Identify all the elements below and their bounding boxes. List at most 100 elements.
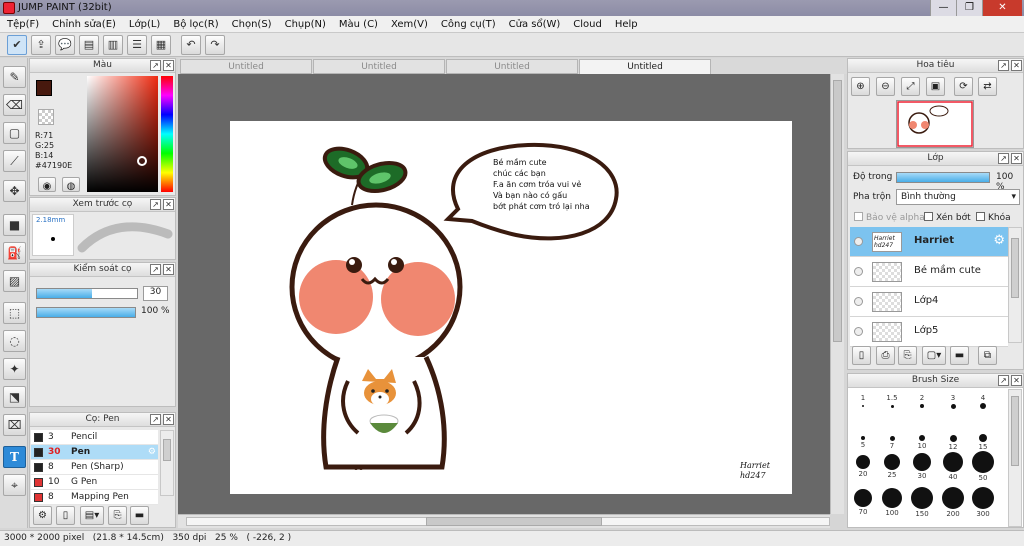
magic-wand-tool-icon[interactable]: ✦ (3, 358, 26, 380)
lasso-tool-icon[interactable]: ◌ (3, 330, 26, 352)
horizontal-scrollbar[interactable] (178, 514, 830, 528)
brush-size-preset[interactable] (913, 453, 931, 471)
brush-size-preset[interactable] (980, 403, 986, 409)
navigator-thumbnail[interactable] (896, 100, 974, 148)
color-picker-cursor[interactable] (137, 156, 147, 166)
brush-list-item[interactable]: 30 Pen ⚙ (31, 445, 158, 460)
tab-untitled-3[interactable]: Untitled (446, 59, 578, 74)
brush-size-preset[interactable] (920, 404, 924, 408)
message-icon[interactable]: ▤ (79, 35, 99, 55)
select-eraser-tool-icon[interactable]: ⌧ (3, 414, 26, 436)
brush-size-preset[interactable] (862, 405, 864, 407)
layer-row[interactable]: Lớp4 (850, 287, 1008, 317)
layer-opacity-slider[interactable] (896, 172, 990, 183)
panel-float-icon[interactable]: ↗ (150, 414, 161, 425)
undo-icon[interactable]: ↶ (181, 35, 201, 55)
duplicate-layer-icon[interactable]: ⎘ (898, 346, 917, 365)
protect-alpha-checkbox[interactable]: Bảo vệ alpha (854, 212, 925, 223)
layer-visibility-icon[interactable] (854, 267, 863, 276)
color-palette-icon[interactable]: ◉ (38, 177, 56, 192)
brush-size-preset[interactable] (890, 404, 894, 408)
panel-float-icon[interactable]: ↗ (150, 199, 161, 210)
move-tool-icon[interactable]: ✥ (3, 180, 26, 202)
brush-size-preset[interactable] (889, 435, 895, 441)
hue-slider[interactable] (161, 76, 173, 192)
layer-add-menu-icon[interactable]: ▢▾ (922, 346, 946, 365)
brush-size-preset[interactable] (972, 487, 994, 509)
brush-dropdown-icon[interactable]: ▤▾ (80, 506, 104, 525)
menu-cloud[interactable]: Cloud (568, 19, 610, 30)
layer-row[interactable]: Lớp5 (850, 317, 1008, 347)
drawing-canvas[interactable]: Bé mầm cute chúc các bạn F.a ăn cơm tróa… (230, 121, 792, 494)
brush-size-scrollbar[interactable] (1008, 389, 1022, 527)
menu-select[interactable]: Chọn(S) (227, 19, 280, 30)
new-layer-folder-icon[interactable]: ⎙ (876, 346, 895, 365)
panel-close-icon[interactable]: ✕ (163, 60, 174, 71)
lock-checkbox[interactable]: Khóa (976, 212, 1011, 223)
vertical-scroll-thumb[interactable] (833, 80, 842, 342)
minimize-button[interactable]: — (930, 0, 956, 16)
primary-color-swatch[interactable] (36, 80, 52, 96)
brush-settings-gear-icon[interactable]: ⚙ (148, 445, 156, 459)
menu-capture[interactable]: Chụp(N) (280, 19, 334, 30)
clip-checkbox[interactable]: Xén bớt (924, 212, 971, 223)
brush-copy-icon[interactable]: ⎘ (108, 506, 127, 525)
brush-size-preset[interactable] (854, 489, 872, 507)
grid-icon[interactable]: ▦ (151, 35, 171, 55)
layer-visibility-icon[interactable] (854, 327, 863, 336)
operation-tool-icon[interactable]: ⌖ (3, 474, 26, 496)
eraser-tool-icon[interactable]: ⌫ (3, 94, 26, 116)
brush-list-item[interactable]: 8 Pen (Sharp) (31, 460, 158, 475)
brush-size-slider[interactable] (36, 288, 138, 299)
share-icon[interactable]: ⇪ (31, 35, 51, 55)
brush-size-preset[interactable] (861, 436, 865, 440)
menu-window[interactable]: Cửa sổ(W) (504, 19, 569, 30)
layer-folder-icon[interactable]: ▬ (950, 346, 969, 365)
flip-icon[interactable]: ⇄ (978, 77, 997, 96)
blend-mode-select[interactable]: Bình thường ▾ (896, 189, 1020, 205)
redo-icon[interactable]: ↷ (205, 35, 225, 55)
transparent-swatch[interactable] (38, 109, 54, 125)
menu-view[interactable]: Xem(V) (386, 19, 436, 30)
zoom-in-icon[interactable]: ⊕ (851, 77, 870, 96)
panel-close-icon[interactable]: ✕ (1011, 60, 1022, 71)
brush-size-preset[interactable] (919, 435, 925, 441)
layer-list-scrollbar[interactable] (1008, 227, 1022, 343)
panel-close-icon[interactable]: ✕ (163, 414, 174, 425)
brush-list-scrollbar[interactable] (160, 430, 174, 496)
brush-settings-icon[interactable]: ⚙ (33, 506, 52, 525)
brush-size-preset[interactable] (942, 487, 964, 509)
panel-close-icon[interactable]: ✕ (163, 264, 174, 275)
layer-row[interactable]: Bé mầm cute (850, 257, 1008, 287)
menu-layer[interactable]: Lớp(L) (124, 19, 168, 30)
color-sv-picker[interactable] (87, 76, 158, 192)
menu-color[interactable]: Màu (C) (334, 19, 386, 30)
panel-close-icon[interactable]: ✕ (1011, 375, 1022, 386)
check-icon[interactable]: ✔ (7, 35, 27, 55)
tab-untitled-2[interactable]: Untitled (313, 59, 445, 74)
layer-visibility-icon[interactable] (854, 297, 863, 306)
zoom-out-icon[interactable]: ⊖ (876, 77, 895, 96)
brush-folder-icon[interactable]: ▬ (130, 506, 149, 525)
menu-edit[interactable]: Chỉnh sửa(E) (47, 19, 124, 30)
panel-float-icon[interactable]: ↗ (998, 375, 1009, 386)
text-tool-icon[interactable]: T (3, 446, 26, 468)
new-brush-icon[interactable]: ▯ (56, 506, 75, 525)
brush-size-preset[interactable] (911, 487, 933, 509)
layer-settings-gear-icon[interactable]: ⚙ (993, 233, 1005, 248)
maximize-button[interactable]: ❐ (956, 0, 982, 16)
menu-help[interactable]: Help (610, 19, 646, 30)
brush-size-preset[interactable] (856, 455, 870, 469)
menu-tools[interactable]: Công cụ(T) (436, 19, 504, 30)
brush-size-preset[interactable] (950, 403, 956, 409)
brush-size-preset[interactable] (949, 434, 957, 442)
bucket-tool-icon[interactable]: ⛽ (3, 242, 26, 264)
new-layer-icon[interactable]: ▯ (852, 346, 871, 365)
color-dropper-icon[interactable]: ◍ (62, 177, 80, 192)
line-tool-icon[interactable]: ⟋ (3, 150, 26, 172)
fill-rect-tool-icon[interactable]: ■ (3, 214, 26, 236)
select-pen-tool-icon[interactable]: ⬔ (3, 386, 26, 408)
tab-untitled-4[interactable]: Untitled (579, 59, 711, 74)
brush-size-preset[interactable] (979, 434, 987, 442)
menu-file[interactable]: Tệp(F) (2, 19, 47, 30)
